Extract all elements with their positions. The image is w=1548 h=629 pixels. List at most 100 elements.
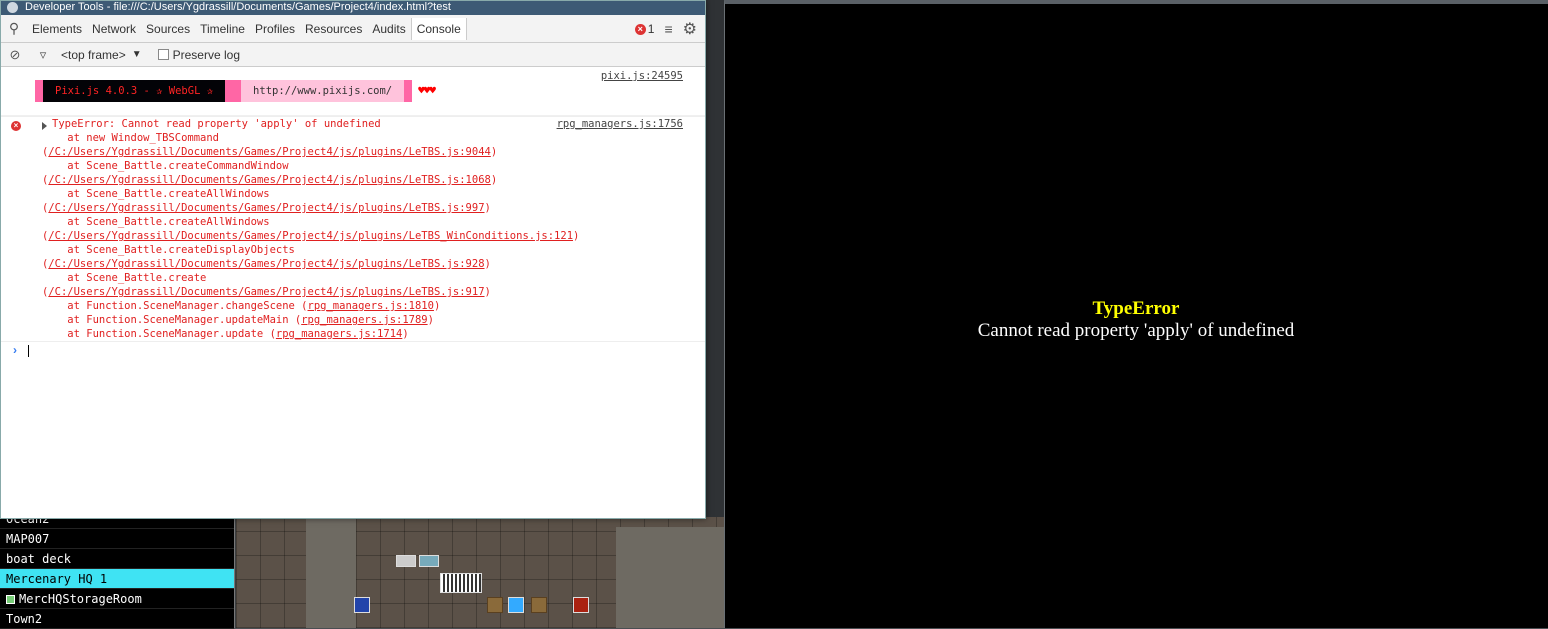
stack-frame-text: at Function.SceneManager.update ( bbox=[42, 328, 276, 340]
tab-profiles[interactable]: Profiles bbox=[250, 15, 300, 43]
tab-network[interactable]: Network bbox=[87, 15, 141, 43]
preserve-log-checkbox[interactable] bbox=[157, 49, 169, 60]
window-title: Developer Tools - file:///C:/Users/Ygdra… bbox=[25, 1, 451, 13]
prompt-chevron-icon: › bbox=[13, 343, 17, 357]
chevron-down-icon: ▼ bbox=[131, 49, 142, 60]
map-list-label: boat deck bbox=[6, 552, 72, 566]
inspect-search-icon[interactable]: ⚲ bbox=[1, 20, 27, 37]
map-event-tile[interactable] bbox=[573, 597, 589, 613]
clear-console-icon[interactable]: ⊘ bbox=[1, 47, 29, 63]
editor-side-strip bbox=[706, 0, 724, 517]
map-event-tile[interactable] bbox=[354, 597, 370, 613]
stack-frame: (/C:/Users/Ygdrassill/Documents/Games/Pr… bbox=[42, 202, 491, 214]
tab-elements[interactable]: Elements bbox=[27, 15, 87, 43]
error-message: TypeError: Cannot read property 'apply' … bbox=[52, 118, 381, 130]
map-list-item[interactable]: Town2 bbox=[0, 609, 234, 629]
stack-frame: at Scene_Battle.createAllWindows bbox=[42, 188, 269, 200]
panel-tabs: Elements Network Sources Timeline Profiles Re… bbox=[27, 15, 467, 43]
stack-frame-suffix: ) bbox=[573, 230, 580, 242]
preserve-log-toggle[interactable]: Preserve log bbox=[157, 47, 240, 62]
map-list-item[interactable]: boat deck bbox=[0, 549, 234, 569]
map-event-tile[interactable] bbox=[508, 597, 524, 613]
map-list-label: MAP007 bbox=[6, 532, 50, 546]
map-list: Ocean2 MAP007 boat deck Mercenary HQ 1 MercH… bbox=[0, 512, 235, 629]
tab-timeline[interactable]: Timeline bbox=[195, 15, 250, 43]
stack-frame-link[interactable]: rpg_managers.js:1714 bbox=[276, 328, 402, 340]
tabbar-right: × 1 ≡ ⚙ bbox=[634, 15, 697, 43]
stack-frame-link[interactable]: rpg_managers.js:1789 bbox=[301, 314, 427, 326]
settings-gear-icon[interactable]: ⚙ bbox=[683, 19, 697, 39]
stack-frame: (/C:/Users/Ygdrassill/Documents/Games/Pr… bbox=[42, 286, 491, 298]
stack-frame: (/C:/Users/Ygdrassill/Documents/Games/Pr… bbox=[42, 146, 497, 158]
console-output[interactable]: pixi.js:24595 Pixi.js 4.0.3 - ✰ WebGL ✰ … bbox=[1, 68, 705, 518]
game-error-body: Cannot read property 'apply' of undefine… bbox=[977, 320, 1295, 341]
pixi-hearts: ♥♥♥ bbox=[418, 84, 436, 97]
frame-select-label: <top frame> bbox=[61, 47, 126, 62]
map-list-item[interactable]: MercHQStorageRoom bbox=[0, 589, 234, 609]
stack-trace: TypeError: Cannot read property 'apply' … bbox=[42, 117, 579, 341]
devtools-window: Developer Tools - file:///C:/Users/Ygdra… bbox=[0, 0, 706, 519]
stack-frame: at Scene_Battle.createDisplayObjects bbox=[42, 244, 295, 256]
window-titlebar[interactable]: Developer Tools - file:///C:/Users/Ygdra… bbox=[1, 1, 705, 15]
stack-frame-link[interactable]: /C:/Users/Ygdrassill/Documents/Games/Pro… bbox=[48, 146, 491, 158]
error-counter[interactable]: × 1 bbox=[634, 22, 655, 36]
stack-frame-link[interactable]: /C:/Users/Ygdrassill/Documents/Games/Pro… bbox=[48, 230, 573, 242]
stack-frame: at Function.SceneManager.update (rpg_man… bbox=[42, 328, 409, 340]
stack-frame-suffix: ) bbox=[402, 328, 409, 340]
tab-audits[interactable]: Audits bbox=[367, 15, 410, 43]
map-list-item[interactable]: MAP007 bbox=[0, 529, 234, 549]
stack-frame-suffix: ) bbox=[484, 286, 491, 298]
stack-frame-link[interactable]: /C:/Users/Ygdrassill/Documents/Games/Pro… bbox=[48, 258, 484, 270]
stack-frame-link[interactable]: /C:/Users/Ygdrassill/Documents/Games/Pro… bbox=[48, 174, 491, 186]
map-shelf-tile[interactable] bbox=[440, 573, 482, 593]
filter-icon[interactable]: ▿ bbox=[29, 47, 57, 63]
stack-frame-link[interactable]: /C:/Users/Ygdrassill/Documents/Games/Pro… bbox=[48, 202, 484, 214]
devtools-tabbar: ⚲ Elements Network Sources Timeline Profiles… bbox=[1, 15, 705, 43]
drawer-toggle-icon[interactable]: ≡ bbox=[664, 21, 672, 37]
tab-console[interactable]: Console bbox=[410, 17, 467, 40]
map-list-label: Town2 bbox=[6, 612, 43, 626]
pixi-log-message: pixi.js:24595 Pixi.js 4.0.3 - ✰ WebGL ✰ … bbox=[1, 68, 705, 116]
pixi-banner: Pixi.js 4.0.3 - ✰ WebGL ✰ http://www.pix… bbox=[35, 80, 436, 102]
map-wall-left bbox=[306, 517, 356, 628]
stack-frame: (/C:/Users/Ygdrassill/Documents/Games/Pr… bbox=[42, 174, 497, 186]
pixi-banner-url[interactable]: http://www.pixijs.com/ bbox=[241, 80, 405, 102]
stack-frame-text: at Function.SceneManager.updateMain ( bbox=[42, 314, 302, 326]
game-window[interactable]: TypeError Cannot read property 'apply' o… bbox=[724, 0, 1548, 628]
map-icon bbox=[6, 595, 15, 604]
stack-frame-link[interactable]: rpg_managers.js:1810 bbox=[308, 300, 434, 312]
stack-frame-suffix: ) bbox=[490, 146, 498, 158]
map-barrel-tile[interactable] bbox=[487, 597, 503, 613]
pixi-source-link[interactable]: pixi.js:24595 bbox=[601, 70, 683, 82]
console-prompt[interactable]: › bbox=[1, 342, 705, 360]
stack-frame-text: at Scene_Battle.create bbox=[42, 272, 207, 284]
text-caret bbox=[28, 345, 29, 357]
frame-selector[interactable]: <top frame> ▼ bbox=[61, 48, 142, 62]
stack-frame-suffix: ) bbox=[490, 174, 498, 186]
stack-frame: at Scene_Battle.createAllWindows bbox=[42, 216, 269, 228]
stack-frame-text: at Scene_Battle.createDisplayObjects bbox=[42, 244, 295, 256]
pixi-banner-text: Pixi.js 4.0.3 - ✰ WebGL ✰ bbox=[43, 80, 226, 102]
console-toolbar: ⊘ ▿ <top frame> ▼ Preserve log bbox=[1, 43, 705, 67]
stack-frame: at Scene_Battle.createCommandWindow bbox=[42, 160, 289, 172]
tab-resources[interactable]: Resources bbox=[300, 15, 367, 43]
error-log-message: × rpg_managers.js:1756 TypeError: Cannot… bbox=[1, 116, 705, 342]
map-counter-tile[interactable] bbox=[419, 555, 439, 567]
error-count: 1 bbox=[647, 22, 655, 36]
map-list-item[interactable]: Mercenary HQ 1 bbox=[0, 569, 234, 589]
stack-frame: (/C:/Users/Ygdrassill/Documents/Games/Pr… bbox=[42, 230, 579, 242]
stack-frame-suffix: ) bbox=[427, 314, 434, 326]
game-error-title: TypeError bbox=[1092, 298, 1180, 319]
tab-sources[interactable]: Sources bbox=[141, 15, 195, 43]
devtools-app-icon bbox=[7, 2, 18, 13]
stack-frame-link[interactable]: /C:/Users/Ygdrassill/Documents/Games/Pro… bbox=[48, 286, 484, 298]
map-barrel-tile[interactable] bbox=[531, 597, 547, 613]
banner-stripe bbox=[35, 80, 43, 102]
preserve-log-label: Preserve log bbox=[172, 47, 240, 62]
map-preview[interactable] bbox=[236, 517, 724, 628]
map-list-label: Mercenary HQ 1 bbox=[6, 572, 108, 586]
stack-frame: at Function.SceneManager.updateMain (rpg… bbox=[42, 314, 434, 326]
stack-frame-suffix: ) bbox=[484, 202, 491, 214]
stack-frame-text: at Scene_Battle.createCommandWindow bbox=[42, 160, 289, 172]
map-counter-tile[interactable] bbox=[396, 555, 416, 567]
